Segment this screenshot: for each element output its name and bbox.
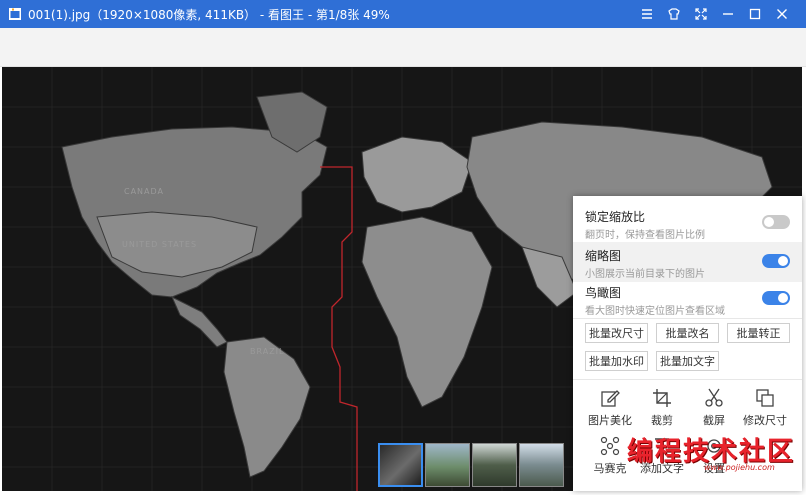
batch-rotate-button[interactable]: 批量转正 (727, 323, 790, 343)
option-subtitle: 看大图时快速定位图片查看区域 (585, 306, 725, 317)
thumbnail-item[interactable] (378, 443, 423, 487)
option-title: 锁定缩放比 (585, 210, 646, 224)
maximize-icon[interactable] (744, 4, 766, 24)
window-title: 001(1).jpg（1920×1080像素, 411KB） - 看图王 - 第… (28, 8, 390, 22)
skin-icon[interactable] (663, 4, 685, 24)
app-icon (9, 8, 21, 20)
tool-label: 裁剪 (651, 414, 673, 427)
thumbnail-item[interactable] (425, 443, 470, 487)
tool-label: 图片美化 (588, 414, 632, 427)
thumbnail-toggle[interactable] (762, 254, 790, 268)
option-title: 鸟瞰图 (585, 286, 622, 300)
lock-zoom-toggle[interactable] (762, 215, 790, 229)
edit-icon (601, 390, 620, 407)
thumbnail-item[interactable] (472, 443, 517, 487)
close-icon[interactable] (771, 4, 793, 24)
option-lock-zoom[interactable]: 锁定缩放比 翻页时，保持查看图片比例 (573, 203, 802, 243)
map-label-canada: CANADA (124, 187, 165, 196)
divider (573, 379, 802, 380)
birdseye-toggle[interactable] (762, 291, 790, 305)
mosaic-icon (600, 436, 620, 456)
crop-icon (653, 389, 671, 407)
batch-watermark-button[interactable]: 批量加水印 (585, 351, 648, 371)
screenshot-tool[interactable]: 截屏 (687, 388, 741, 428)
option-birdseye[interactable]: 鸟瞰图 看大图时快速定位图片查看区域 (573, 279, 802, 319)
fullscreen-icon[interactable] (690, 4, 712, 24)
batch-rename-button[interactable]: 批量改名 (656, 323, 719, 343)
menu-icon[interactable] (636, 4, 658, 24)
site-watermark-url: www.pojiehu.com (704, 463, 775, 472)
thumbnail-strip (378, 443, 564, 487)
tool-label: 截屏 (703, 414, 725, 427)
resize-tool[interactable]: 修改尺寸 (738, 388, 792, 428)
batch-resize-button[interactable]: 批量改尺寸 (585, 323, 648, 343)
map-label-brazil: BRAZIL (250, 347, 285, 356)
beautify-tool[interactable]: 图片美化 (583, 388, 637, 428)
title-bar: 001(1).jpg（1920×1080像素, 411KB） - 看图王 - 第… (0, 0, 806, 28)
map-label-usa: UNITED STATES (122, 240, 198, 249)
scissors-icon (705, 388, 723, 407)
option-subtitle: 翻页时，保持查看图片比例 (585, 230, 705, 241)
resize-icon (756, 389, 774, 407)
option-title: 缩略图 (585, 249, 622, 263)
minimize-icon[interactable] (717, 4, 739, 24)
tool-label: 修改尺寸 (743, 414, 787, 427)
crop-tool[interactable]: 裁剪 (635, 388, 689, 428)
toolbar (0, 28, 806, 67)
divider (573, 318, 802, 319)
thumbnail-item[interactable] (519, 443, 564, 487)
option-subtitle: 小图展示当前目录下的图片 (585, 269, 705, 280)
batch-add-text-button[interactable]: 批量加文字 (656, 351, 719, 371)
option-thumbnail[interactable]: 缩略图 小图展示当前目录下的图片 (573, 242, 802, 282)
